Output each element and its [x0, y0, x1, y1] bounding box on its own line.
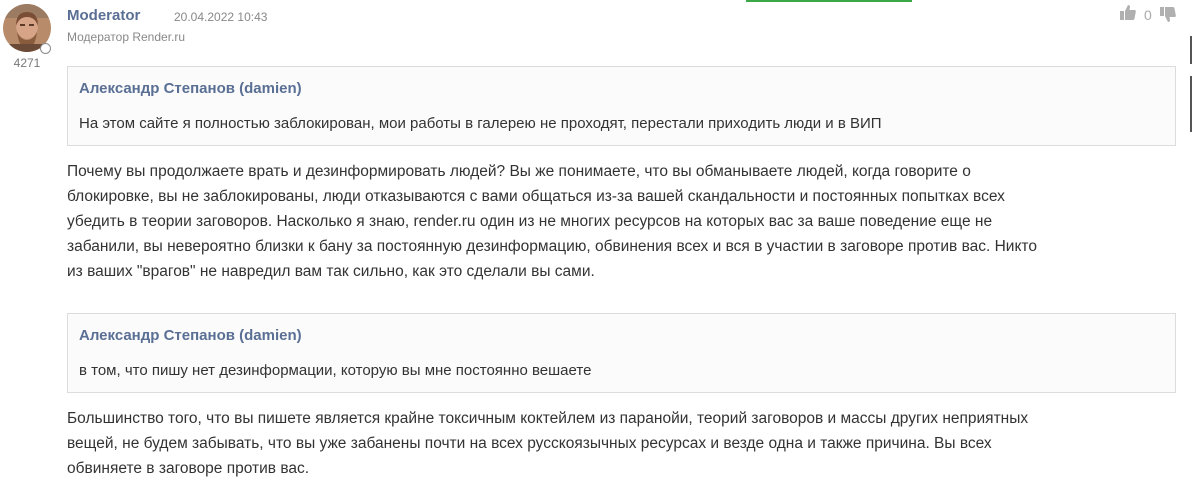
quote-author[interactable]: Александр Степанов (damien)	[79, 80, 302, 97]
top-accent-bar	[746, 0, 912, 2]
quote-text: в том, что пишу нет дезинформации, котор…	[79, 362, 592, 379]
thumbs-down-icon	[1160, 7, 1176, 26]
right-edge-rule-2	[1190, 76, 1192, 132]
paragraph-line: обвиняете в заговоре против вас.	[67, 460, 310, 477]
dislike-button[interactable]	[1160, 7, 1176, 27]
post-paragraph: Почему вы продолжаете врать и дезинформи…	[67, 159, 1182, 284]
online-status-indicator	[40, 43, 51, 54]
like-count: 0	[1144, 7, 1152, 23]
quote-text: На этом сайте я полностью заблокирован, …	[79, 115, 882, 132]
paragraph-line: из ваших "врагов" не навредил вам так си…	[67, 263, 595, 280]
post-paragraph: Большинство того, что вы пишете является…	[67, 406, 1182, 481]
author-role: Модератор Render.ru	[67, 30, 186, 44]
paragraph-line: блокировке, вы не заблокированы, люди от…	[67, 188, 1005, 205]
quote-author[interactable]: Александр Степанов (damien)	[79, 327, 302, 344]
reputation-count: 4271	[13, 56, 41, 70]
quote-block: Александр Степанов (damien) На этом сайт…	[67, 66, 1176, 146]
paragraph-line: вещей, не будем забывать, что вы уже заб…	[67, 435, 992, 452]
post-timestamp: 20.04.2022 10:43	[174, 10, 268, 24]
thumbs-up-icon	[1120, 5, 1136, 25]
forum-post: 4271 Moderator 20.04.2022 10:43 Модерато…	[0, 0, 1195, 488]
like-button[interactable]: 0	[1120, 5, 1152, 25]
right-edge-rule-1	[1190, 36, 1192, 64]
paragraph-line: Почему вы продолжаете врать и дезинформи…	[67, 163, 971, 180]
quote-block: Александр Степанов (damien) в том, что п…	[67, 313, 1176, 393]
post-author[interactable]: Moderator	[67, 7, 140, 24]
paragraph-line: убедить в теории заговоров. Насколько я …	[67, 213, 993, 230]
paragraph-line: забанили, вы невероятно близки к бану за…	[67, 238, 1037, 255]
paragraph-line: Большинство того, что вы пишете является…	[67, 410, 1029, 427]
